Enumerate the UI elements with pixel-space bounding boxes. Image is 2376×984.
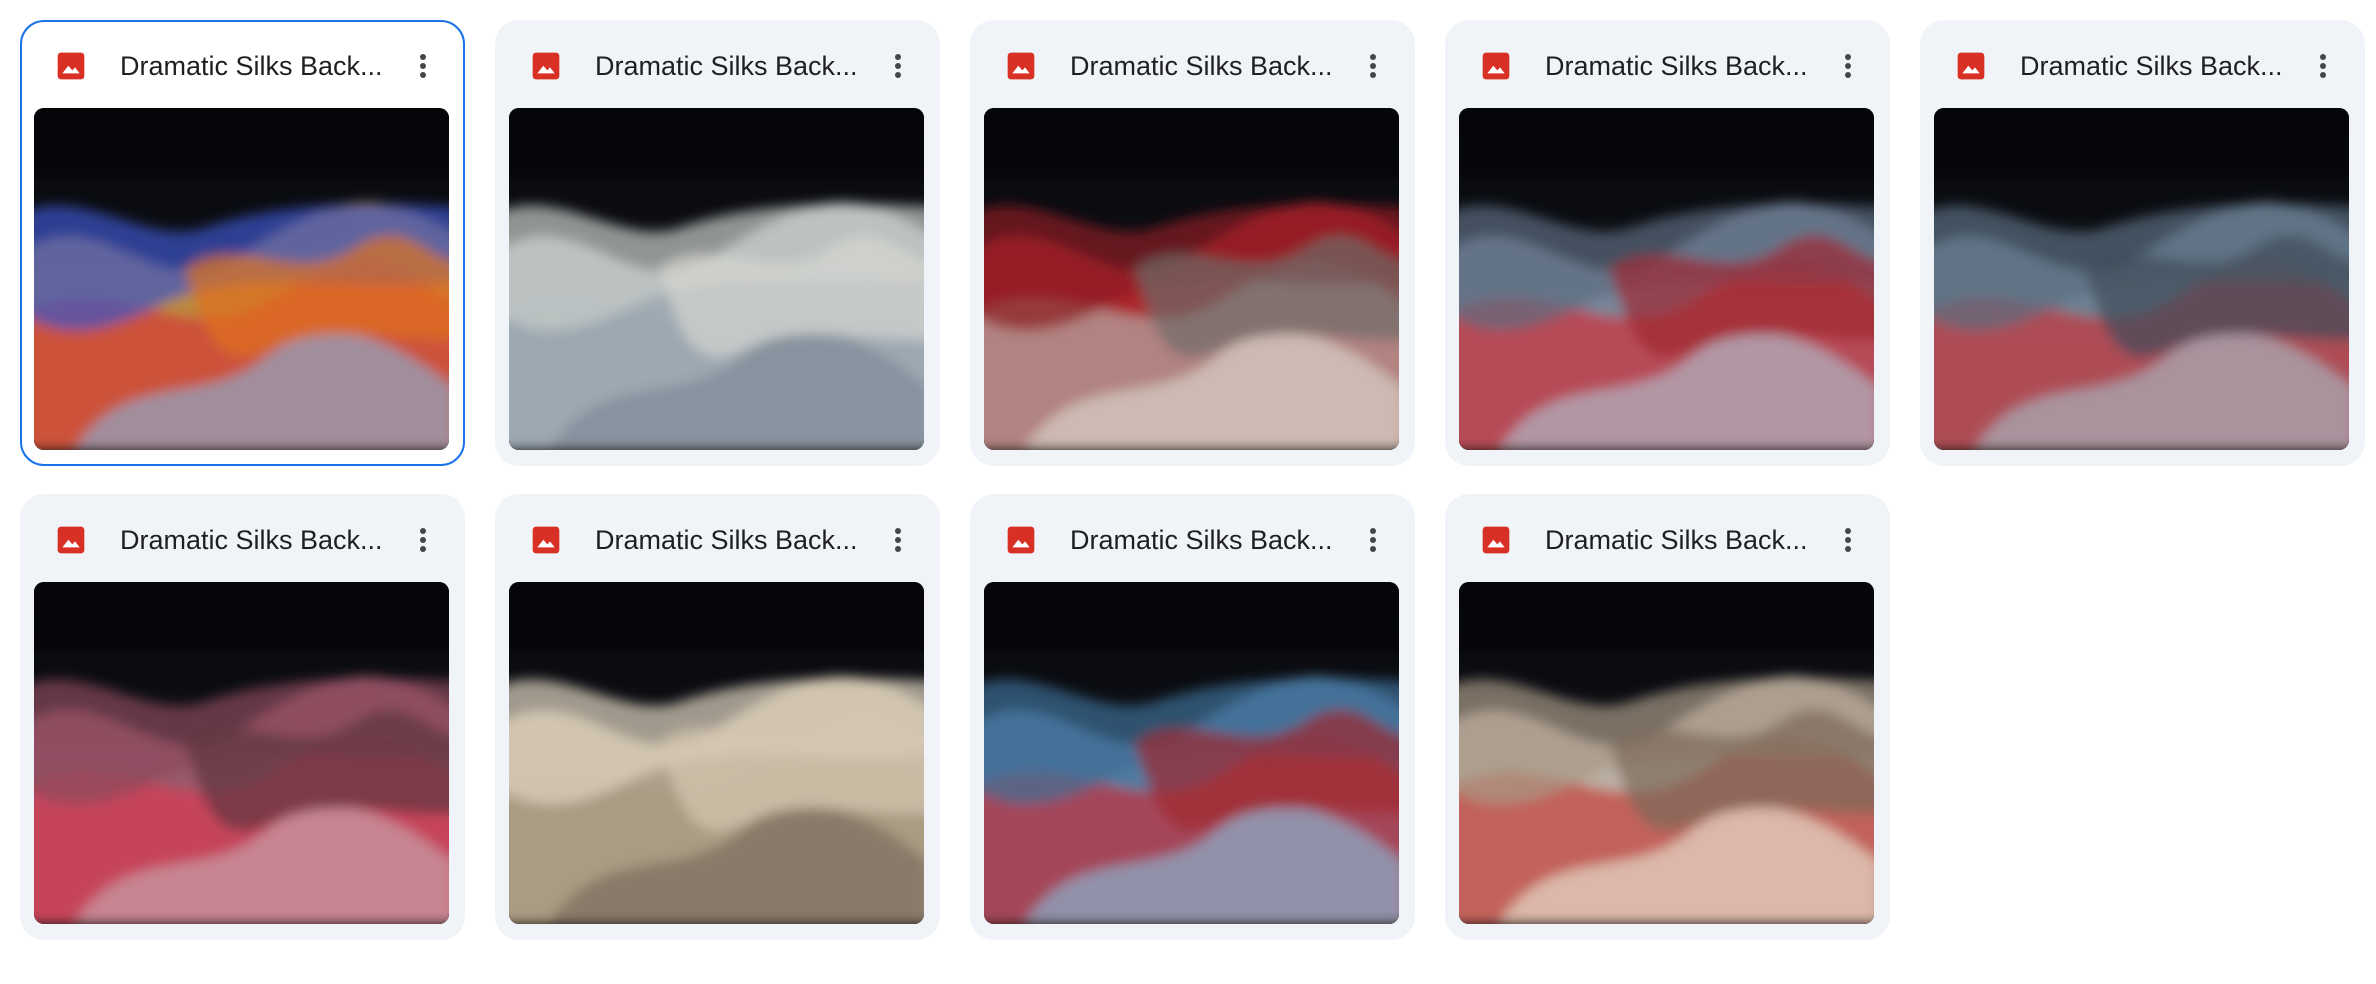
- image-file-icon: [532, 52, 560, 80]
- file-name: Dramatic Silks Back...: [2020, 51, 2283, 81]
- more-actions-button[interactable]: [1351, 518, 1395, 562]
- file-card-6[interactable]: Dramatic Silks Back...: [20, 494, 465, 940]
- file-card-header: Dramatic Silks Back...: [1922, 22, 2363, 108]
- file-card-2[interactable]: Dramatic Silks Back...: [495, 20, 940, 466]
- image-thumbnail: [509, 582, 924, 924]
- more-vert-icon: [895, 54, 901, 78]
- more-actions-button[interactable]: [401, 44, 445, 88]
- more-actions-button[interactable]: [401, 518, 445, 562]
- more-vert-icon: [1370, 528, 1376, 552]
- file-card-header: Dramatic Silks Back...: [1447, 496, 1888, 582]
- more-actions-button[interactable]: [876, 518, 920, 562]
- file-name: Dramatic Silks Back...: [120, 525, 383, 555]
- file-card-1[interactable]: Dramatic Silks Back...: [20, 20, 465, 466]
- file-name: Dramatic Silks Back...: [1545, 525, 1808, 555]
- more-actions-button[interactable]: [2301, 44, 2345, 88]
- file-card-header: Dramatic Silks Back...: [497, 22, 938, 108]
- more-actions-button[interactable]: [876, 44, 920, 88]
- image-thumbnail: [509, 108, 924, 450]
- file-card-9[interactable]: Dramatic Silks Back...: [1445, 494, 1890, 940]
- more-actions-button[interactable]: [1351, 44, 1395, 88]
- image-file-icon: [1007, 52, 1035, 80]
- image-thumbnail: [1459, 582, 1874, 924]
- image-thumbnail: [1934, 108, 2349, 450]
- image-thumbnail: [1459, 108, 1874, 450]
- more-vert-icon: [1845, 528, 1851, 552]
- image-thumbnail: [984, 108, 1399, 450]
- file-card-7[interactable]: Dramatic Silks Back...: [495, 494, 940, 940]
- file-name: Dramatic Silks Back...: [1545, 51, 1808, 81]
- file-name: Dramatic Silks Back...: [1070, 51, 1333, 81]
- more-vert-icon: [420, 528, 426, 552]
- file-card-3[interactable]: Dramatic Silks Back...: [970, 20, 1415, 466]
- image-file-icon: [57, 52, 85, 80]
- file-grid: Dramatic Silks Back... Dramatic Silks Ba…: [20, 20, 2365, 940]
- file-card-5[interactable]: Dramatic Silks Back...: [1920, 20, 2365, 466]
- more-vert-icon: [895, 528, 901, 552]
- more-vert-icon: [2320, 54, 2326, 78]
- file-name: Dramatic Silks Back...: [1070, 525, 1333, 555]
- file-card-header: Dramatic Silks Back...: [1447, 22, 1888, 108]
- file-card-8[interactable]: Dramatic Silks Back...: [970, 494, 1415, 940]
- more-vert-icon: [1845, 54, 1851, 78]
- file-card-header: Dramatic Silks Back...: [22, 22, 463, 108]
- file-name: Dramatic Silks Back...: [595, 525, 858, 555]
- file-card-header: Dramatic Silks Back...: [972, 496, 1413, 582]
- image-file-icon: [532, 526, 560, 554]
- more-vert-icon: [1370, 54, 1376, 78]
- file-card-header: Dramatic Silks Back...: [497, 496, 938, 582]
- image-thumbnail: [34, 108, 449, 450]
- file-card-4[interactable]: Dramatic Silks Back...: [1445, 20, 1890, 466]
- image-file-icon: [1007, 526, 1035, 554]
- image-file-icon: [1482, 526, 1510, 554]
- image-file-icon: [1957, 52, 1985, 80]
- more-vert-icon: [420, 54, 426, 78]
- more-actions-button[interactable]: [1826, 518, 1870, 562]
- file-name: Dramatic Silks Back...: [595, 51, 858, 81]
- image-thumbnail: [34, 582, 449, 924]
- image-thumbnail: [984, 582, 1399, 924]
- more-actions-button[interactable]: [1826, 44, 1870, 88]
- image-file-icon: [57, 526, 85, 554]
- file-card-header: Dramatic Silks Back...: [22, 496, 463, 582]
- file-name: Dramatic Silks Back...: [120, 51, 383, 81]
- file-card-header: Dramatic Silks Back...: [972, 22, 1413, 108]
- image-file-icon: [1482, 52, 1510, 80]
